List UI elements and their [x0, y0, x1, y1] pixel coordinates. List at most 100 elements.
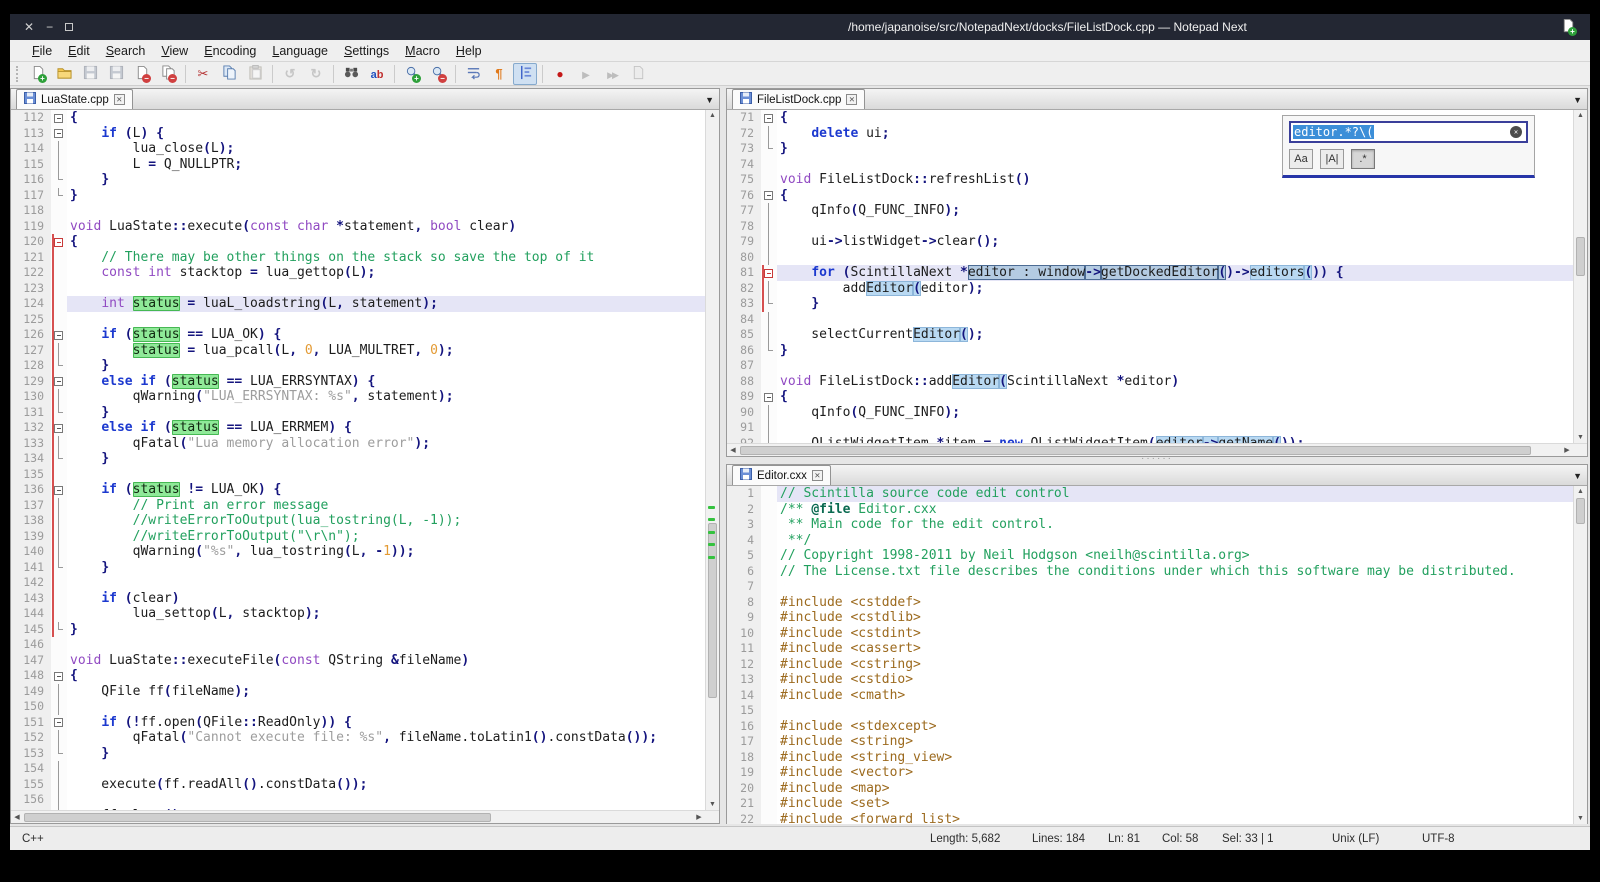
save-button[interactable] [78, 63, 102, 85]
code-line-142[interactable]: 142 [11, 575, 705, 591]
code-line-125[interactable]: 125 [11, 311, 705, 327]
fold-margin[interactable] [51, 590, 67, 606]
close-button[interactable]: − [130, 63, 154, 85]
status-eol-mode[interactable]: Unix (LF) [1332, 827, 1379, 851]
code-line-3[interactable]: 3 ** Main code for the edit control. [727, 517, 1573, 533]
code-line-14[interactable]: 14 #include <cmath> [727, 687, 1573, 703]
regex-toggle[interactable]: .* [1351, 149, 1375, 169]
code-line-122[interactable]: 122 const int stacktop = lua_gettop(L); [11, 265, 705, 281]
scrollbar-thumb[interactable] [1576, 236, 1585, 277]
fold-margin[interactable] [761, 532, 777, 548]
fold-margin[interactable] [51, 668, 67, 684]
fold-margin[interactable] [761, 765, 777, 781]
menu-search[interactable]: Search [98, 40, 154, 62]
code-line-144[interactable]: 144 lua_settop(L, stacktop); [11, 606, 705, 622]
fold-margin[interactable] [761, 501, 777, 517]
search-input[interactable]: editor.*?\( ✕ [1289, 121, 1528, 143]
fold-margin[interactable] [761, 265, 777, 281]
scroll-down-icon[interactable]: ▼ [706, 799, 719, 810]
code-line-21[interactable]: 21 #include <set> [727, 796, 1573, 812]
fold-margin[interactable] [761, 435, 777, 443]
code-line-154[interactable]: 154 [11, 761, 705, 777]
code-line-141[interactable]: 141 } [11, 559, 705, 575]
fold-margin[interactable] [51, 358, 67, 374]
fold-margin[interactable] [51, 311, 67, 327]
left-vertical-scrollbar[interactable]: ▲ ▼ [705, 110, 719, 810]
scroll-up-icon[interactable]: ▲ [706, 110, 719, 121]
code-line-137[interactable]: 137 // Print an error message [11, 497, 705, 513]
code-line-130[interactable]: 130 qWarning("LUA_ERRSYNTAX: %s", statem… [11, 389, 705, 405]
fold-margin[interactable] [761, 625, 777, 641]
bottom-right-vertical-scrollbar[interactable]: ▲ ▼ [1573, 486, 1587, 824]
scroll-up-icon[interactable]: ▲ [1574, 486, 1587, 497]
code-line-84[interactable]: 84 [727, 311, 1573, 327]
code-line-153[interactable]: 153 } [11, 745, 705, 761]
fold-margin[interactable] [51, 389, 67, 405]
fold-margin[interactable] [51, 156, 67, 172]
fold-margin[interactable] [761, 187, 777, 203]
fold-margin[interactable] [51, 544, 67, 560]
fold-margin[interactable] [761, 718, 777, 734]
fold-margin[interactable] [51, 745, 67, 761]
fold-margin[interactable] [761, 110, 777, 126]
fold-margin[interactable] [51, 172, 67, 188]
code-line-132[interactable]: 132 else if (status == LUA_ERRMEM) { [11, 420, 705, 436]
fold-margin[interactable] [51, 404, 67, 420]
code-line-118[interactable]: 118 [11, 203, 705, 219]
code-line-77[interactable]: 77 qInfo(Q_FUNC_INFO); [727, 203, 1573, 219]
clear-search-icon[interactable]: ✕ [1510, 126, 1522, 138]
scrollbar-thumb[interactable] [740, 446, 1532, 455]
scrollbar-thumb[interactable] [1576, 498, 1585, 524]
code-line-124[interactable]: 124 int status = luaL_loadstring(L, stat… [11, 296, 705, 312]
code-line-89[interactable]: 89 { [727, 389, 1573, 405]
code-line-129[interactable]: 129 else if (status == LUA_ERRSYNTAX) { [11, 373, 705, 389]
whole-word-toggle[interactable]: |A| [1320, 149, 1344, 169]
fold-margin[interactable] [51, 218, 67, 234]
fold-margin[interactable] [51, 528, 67, 544]
fold-margin[interactable] [761, 311, 777, 327]
code-line-88[interactable]: 88 void FileListDock::addEditor(Scintilla… [727, 373, 1573, 389]
horizontal-splitter[interactable]: ······ [726, 454, 1588, 464]
code-line-11[interactable]: 11 #include <cassert> [727, 641, 1573, 657]
fold-margin[interactable] [761, 486, 777, 502]
fold-margin[interactable] [761, 280, 777, 296]
replace-button[interactable]: ab [365, 63, 389, 85]
zoom-in-button[interactable]: + [400, 63, 424, 85]
fold-margin[interactable] [761, 796, 777, 812]
code-line-4[interactable]: 4 **/ [727, 532, 1573, 548]
macro-play-button[interactable]: ▶ [574, 63, 598, 85]
code-line-140[interactable]: 140 qWarning("%s", lua_tostring(L, -1)); [11, 544, 705, 560]
fold-margin[interactable] [761, 203, 777, 219]
new-file-button[interactable]: + [26, 63, 50, 85]
scroll-down-icon[interactable]: ▼ [1574, 813, 1587, 824]
scroll-up-icon[interactable]: ▲ [1574, 110, 1587, 121]
fold-margin[interactable] [51, 513, 67, 529]
tab-close-icon[interactable]: ✕ [811, 470, 823, 481]
fold-margin[interactable] [761, 548, 777, 564]
code-line-112[interactable]: 112 { [11, 110, 705, 126]
tab-close-icon[interactable]: ✕ [846, 94, 858, 105]
tab-list-arrow-icon[interactable]: ▼ [705, 95, 719, 109]
match-case-toggle[interactable]: Aa [1289, 149, 1313, 169]
zoom-out-button[interactable]: − [426, 63, 450, 85]
code-line-16[interactable]: 16 #include <stdexcept> [727, 718, 1573, 734]
fold-margin[interactable] [51, 280, 67, 296]
code-line-148[interactable]: 148 { [11, 668, 705, 684]
code-line-128[interactable]: 128 } [11, 358, 705, 374]
code-line-156[interactable]: 156 [11, 792, 705, 808]
fold-margin[interactable] [51, 451, 67, 467]
code-line-138[interactable]: 138 //writeErrorToOutput(lua_tostring(L,… [11, 513, 705, 529]
fold-margin[interactable] [761, 125, 777, 141]
menu-settings[interactable]: Settings [336, 40, 397, 62]
fold-margin[interactable] [761, 249, 777, 265]
code-line-10[interactable]: 10 #include <cstdint> [727, 625, 1573, 641]
toolbar-drag-handle[interactable] [16, 65, 21, 82]
code-line-1[interactable]: 1 // Scintilla source code edit control [727, 486, 1573, 502]
code-line-147[interactable]: 147 void LuaState::executeFile(const QStr… [11, 652, 705, 668]
code-line-155[interactable]: 155 execute(ff.readAll().constData()); [11, 776, 705, 792]
fold-margin[interactable] [51, 714, 67, 730]
code-line-135[interactable]: 135 [11, 466, 705, 482]
code-line-2[interactable]: 2 /** @file Editor.cxx [727, 501, 1573, 517]
scrollbar-thumb[interactable] [24, 813, 492, 822]
fold-margin[interactable] [51, 141, 67, 157]
